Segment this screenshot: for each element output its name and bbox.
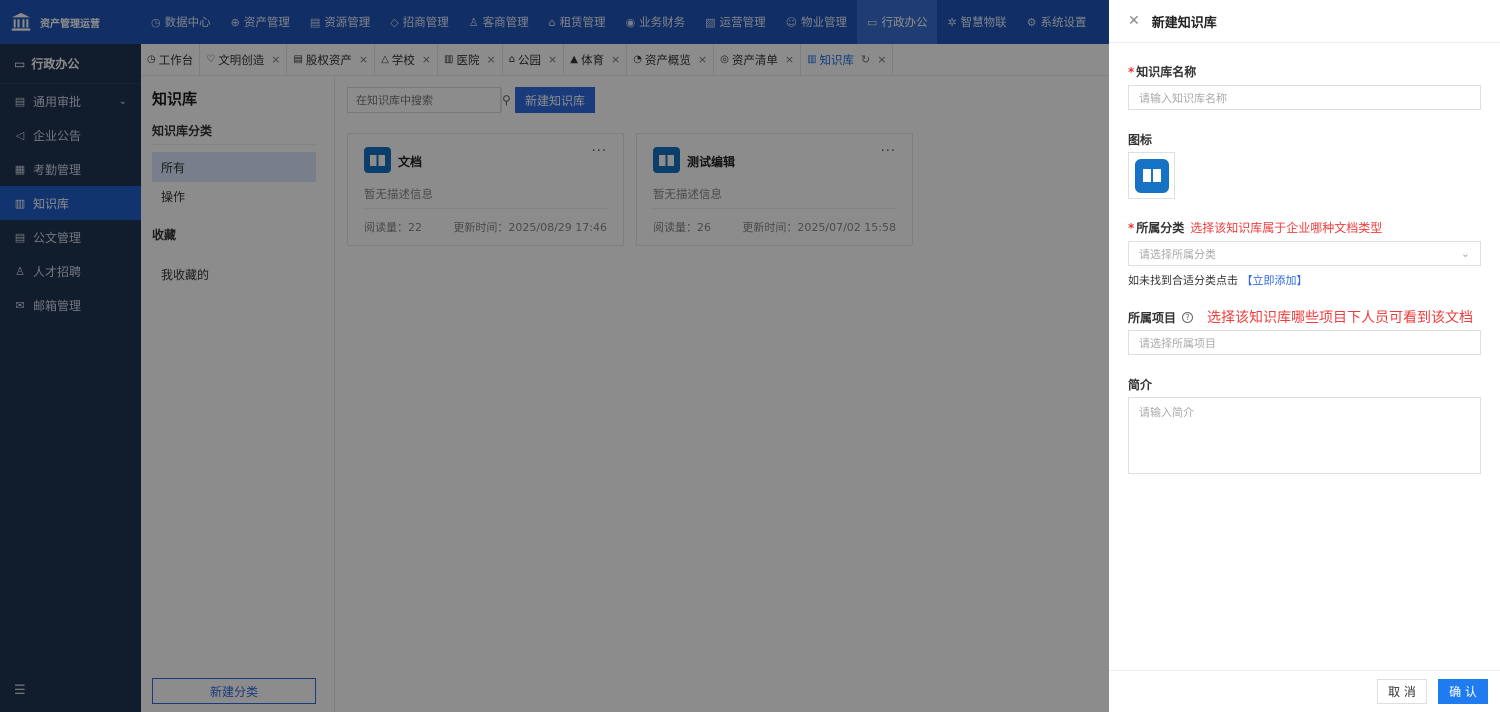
drawer-title: 新建知识库 — [1151, 15, 1217, 31]
required-mark: * — [1128, 221, 1135, 235]
kb-name-label: * 知识库名称 — [1128, 63, 1196, 80]
cancel-button[interactable]: 取 消 — [1377, 679, 1427, 704]
project-select[interactable]: 请选择所属项目 — [1128, 330, 1481, 355]
add-category-hint: 如未找到合适分类点击 【立即添加】 — [1128, 272, 1308, 288]
modal-overlay[interactable] — [0, 0, 1109, 712]
intro-textarea[interactable]: 请输入简介 — [1128, 397, 1481, 474]
intro-label: 简介 — [1128, 378, 1153, 392]
close-icon[interactable]: ✕ — [1128, 13, 1140, 29]
icon-picker[interactable] — [1128, 152, 1175, 199]
category-hint: 选择该知识库属于企业哪种文档类型 — [1190, 221, 1383, 235]
category-select-placeholder: 请选择所属分类 — [1139, 247, 1216, 261]
add-now-link[interactable]: 【立即添加】 — [1242, 274, 1308, 287]
new-knowledge-base-drawer: ✕ 新建知识库 * 知识库名称 请输入知识库名称 图标 * 所属分类 选择该知识库属… — [1109, 0, 1500, 712]
book-icon — [1134, 158, 1169, 193]
confirm-button[interactable]: 确 认 — [1438, 679, 1488, 704]
not-found-text: 如未找到合适分类点击 — [1128, 274, 1238, 287]
required-mark: * — [1128, 65, 1135, 79]
project-hint: 选择该知识库哪些项目下人员可看到该文档 — [1207, 310, 1474, 326]
project-label: 所属项目 ? 选择该知识库哪些项目下人员可看到该文档 — [1128, 307, 1473, 327]
kb-name-input[interactable]: 请输入知识库名称 — [1128, 85, 1481, 110]
category-label-text: 所属分类 — [1136, 221, 1185, 235]
chevron-down-icon: ⌄ — [1460, 247, 1470, 260]
help-icon[interactable]: ? — [1182, 311, 1194, 323]
project-label-text: 所属项目 — [1128, 310, 1177, 325]
category-select[interactable]: 请选择所属分类 ⌄ — [1128, 241, 1481, 266]
icon-label: 图标 — [1128, 133, 1153, 147]
kb-name-label-text: 知识库名称 — [1136, 65, 1197, 79]
category-label: * 所属分类 选择该知识库属于企业哪种文档类型 — [1128, 219, 1382, 236]
drawer-header: ✕ 新建知识库 — [1109, 0, 1500, 43]
drawer-footer: 取 消 确 认 — [1109, 670, 1500, 712]
